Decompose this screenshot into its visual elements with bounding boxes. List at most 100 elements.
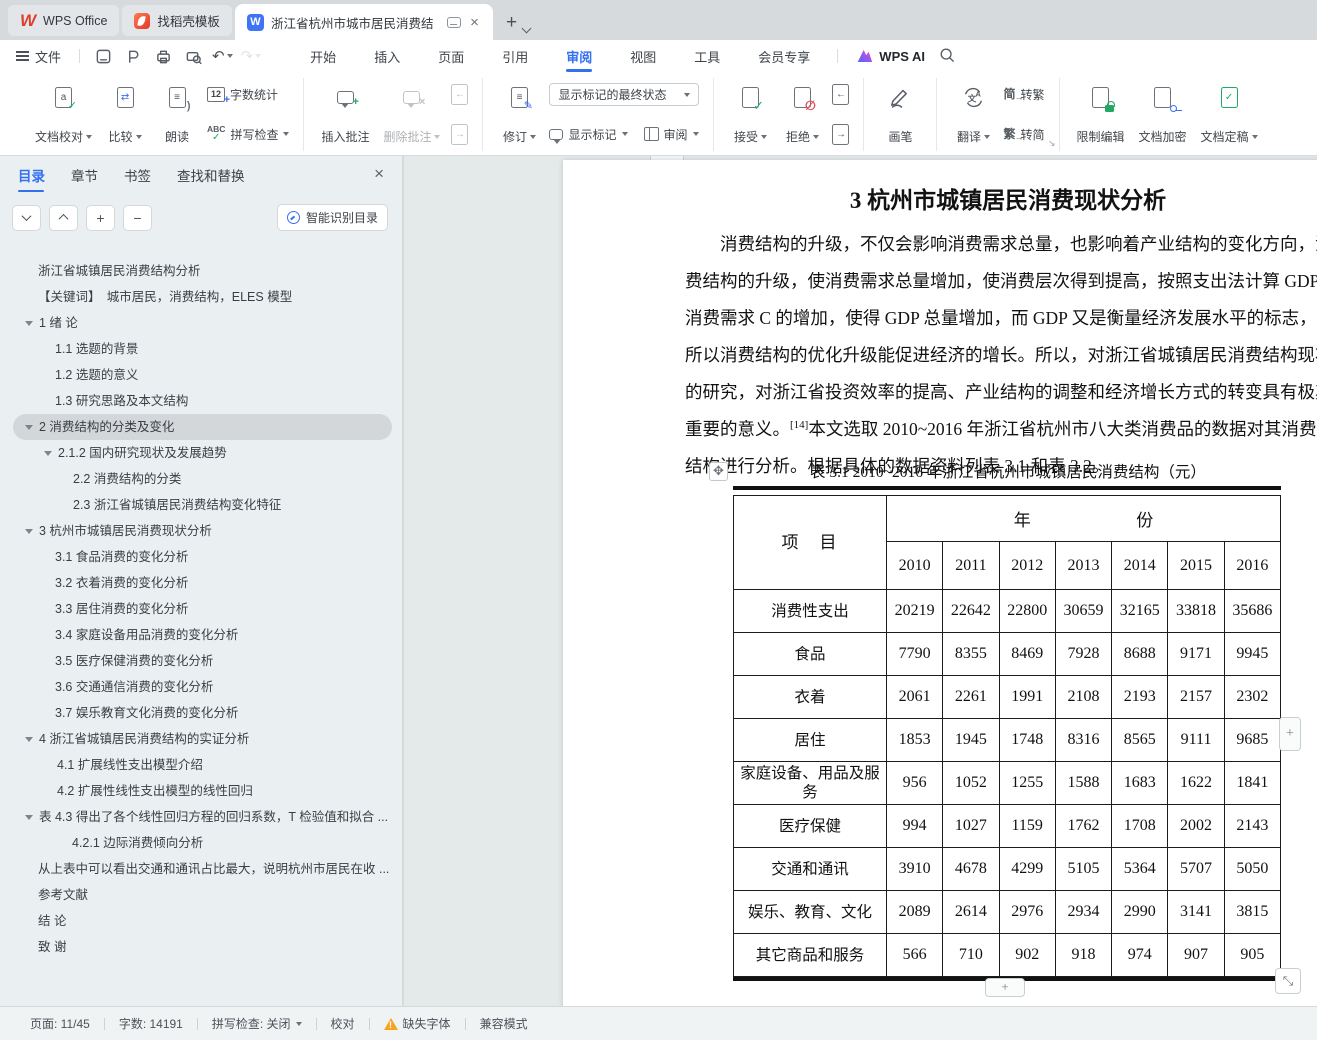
- document-page[interactable]: 3 杭州市城镇居民消费现状分析 消费结构的升级，不仅会影响消费需求总量，也影响着…: [563, 160, 1317, 1006]
- toc-item[interactable]: 3 杭州市城镇居民消费现状分析: [13, 518, 392, 544]
- toc-item[interactable]: 1.2 选题的意义: [13, 362, 392, 388]
- sidebar-panel-tab[interactable]: 章节: [71, 156, 98, 194]
- pen-button[interactable]: 画笔: [874, 78, 926, 151]
- word-count-indicator[interactable]: 字数: 14191: [105, 1015, 197, 1032]
- zoom-out-outline-button[interactable]: −: [123, 204, 152, 231]
- tab-list-chevron-icon[interactable]: [521, 23, 532, 34]
- collapse-all-button[interactable]: [49, 204, 78, 231]
- menu-tab[interactable]: 视图: [611, 40, 675, 72]
- next-change-button[interactable]: →: [832, 123, 850, 145]
- tab-document[interactable]: W 浙江省杭州市城市居民消费结 ×: [234, 4, 493, 40]
- dialog-launcher-icon[interactable]: ↘: [1048, 138, 1056, 149]
- zoom-in-outline-button[interactable]: +: [86, 204, 115, 231]
- simplified-to-traditional-button[interactable]: 简 → 转繁: [1003, 83, 1044, 105]
- undo-button[interactable]: ↶: [212, 47, 233, 65]
- toc-item[interactable]: 3.3 居住消费的变化分析: [13, 596, 392, 622]
- toc-item[interactable]: 参考文献: [13, 882, 392, 908]
- sidebar-panel-tab[interactable]: 目录: [18, 156, 45, 194]
- toc-item[interactable]: 2 消费结构的分类及变化: [13, 414, 392, 440]
- finalize-document-button[interactable]: ✓ 文档定稿: [1194, 78, 1265, 151]
- read-aloud-button[interactable]: ≡) 朗读: [151, 78, 203, 151]
- redo-button[interactable]: ↷: [241, 47, 262, 65]
- menu-tab[interactable]: 插入: [355, 40, 419, 72]
- toc-item[interactable]: 2.2 消费结构的分类: [13, 466, 392, 492]
- page-indicator[interactable]: 页面: 11/45: [16, 1015, 104, 1032]
- restrict-editing-button[interactable]: 限制编辑: [1070, 78, 1132, 151]
- wps-ai-button[interactable]: WPS AI: [856, 48, 925, 64]
- new-tab-button[interactable]: +: [506, 13, 517, 32]
- menu-tab[interactable]: 页面: [419, 40, 483, 72]
- undo-chevron-icon[interactable]: [226, 54, 233, 58]
- export-pdf-button[interactable]: [118, 44, 148, 68]
- toc-item[interactable]: 4 浙江省城镇居民消费结构的实证分析: [13, 726, 392, 752]
- menu-tab[interactable]: 开始: [291, 40, 355, 72]
- print-preview-button[interactable]: [178, 44, 208, 68]
- toc-item[interactable]: 3.6 交通通信消费的变化分析: [13, 674, 392, 700]
- encrypt-document-button[interactable]: 文档加密: [1132, 78, 1194, 151]
- toc-item[interactable]: 3.4 家庭设备用品消费的变化分析: [13, 622, 392, 648]
- toc-item[interactable]: 1.3 研究思路及本文结构: [13, 388, 392, 414]
- toc-item[interactable]: 4.2.1 边际消费倾向分析: [13, 830, 392, 856]
- toc-item[interactable]: 从上表中可以看出交通和通讯占比最大，说明杭州市居民在收 ...: [13, 856, 392, 882]
- toc-item[interactable]: 浙江省城镇居民消费结构分析: [13, 258, 392, 284]
- menu-tab[interactable]: 引用: [483, 40, 547, 72]
- expand-arrow-icon[interactable]: [25, 814, 33, 820]
- prev-change-button[interactable]: ←: [832, 83, 850, 105]
- review-pane-button[interactable]: 审阅: [643, 123, 699, 145]
- spell-check-button[interactable]: ABC ✓ 拼写检查: [207, 123, 290, 145]
- toc-item[interactable]: 3.1 食品消费的变化分析: [13, 544, 392, 570]
- file-menu-button[interactable]: 文件: [0, 40, 71, 72]
- compare-button[interactable]: ⇄ 比较: [99, 78, 151, 151]
- expand-arrow-icon[interactable]: [25, 424, 33, 430]
- missing-font-warning[interactable]: 缺失字体: [370, 1015, 465, 1032]
- toc-item[interactable]: 结 论: [13, 908, 392, 934]
- tab-docer-templates[interactable]: 找稻壳模板: [122, 5, 232, 36]
- accept-button[interactable]: ✓ 接受: [724, 78, 776, 151]
- insert-comment-button[interactable]: + 插入批注: [314, 78, 376, 151]
- expand-arrow-icon[interactable]: [44, 450, 52, 456]
- expand-arrow-icon[interactable]: [25, 528, 33, 534]
- menu-tab[interactable]: 会员专享: [739, 40, 829, 72]
- table-move-handle[interactable]: ✥: [709, 462, 728, 481]
- toc-item[interactable]: 3.5 医疗保健消费的变化分析: [13, 648, 392, 674]
- toc-item[interactable]: 1 绪 论: [13, 310, 392, 336]
- markup-state-select[interactable]: 显示标记的最终状态: [549, 83, 700, 106]
- tab-wps-home[interactable]: W WPS Office: [8, 5, 120, 36]
- sidebar-panel-tab[interactable]: 查找和替换: [177, 156, 245, 194]
- toc-item[interactable]: 2.3 浙江省城镇居民消费结构变化特征: [13, 492, 392, 518]
- sidebar-panel-tab[interactable]: 书签: [124, 156, 151, 194]
- reject-button[interactable]: ∅ 拒绝: [776, 78, 828, 151]
- toc-item[interactable]: 4.2 扩展性线性支出模型的线性回归: [13, 778, 392, 804]
- expand-all-button[interactable]: [12, 204, 41, 231]
- print-button[interactable]: [148, 44, 178, 68]
- toc-item[interactable]: 【关键词】 城市居民，消费结构，ELES 模型: [13, 284, 392, 310]
- menu-tab[interactable]: 审阅: [547, 40, 611, 72]
- toc-item[interactable]: 3.7 娱乐教育文化消费的变化分析: [13, 700, 392, 726]
- toc-item[interactable]: 4.1 扩展线性支出模型介绍: [13, 752, 392, 778]
- close-tab-icon[interactable]: ×: [468, 15, 481, 30]
- add-row-button[interactable]: +: [985, 978, 1025, 997]
- sidebar-close-icon[interactable]: ×: [374, 164, 384, 184]
- toc-item[interactable]: 2.1.2 国内研究现状及发展趋势: [13, 440, 392, 466]
- menu-tab[interactable]: 工具: [675, 40, 739, 72]
- word-count-button[interactable]: 12 + 字数统计: [207, 83, 289, 105]
- spellcheck-toggle[interactable]: 拼写检查: 关闭: [198, 1015, 316, 1032]
- compatibility-mode-indicator[interactable]: 兼容模式: [466, 1015, 542, 1032]
- search-icon[interactable]: [939, 47, 955, 66]
- save-button[interactable]: [88, 44, 118, 68]
- toc-item[interactable]: 表 4.3 得出了各个线性回归方程的回归系数，T 检验值和拟合 ...: [13, 804, 392, 830]
- traditional-to-simplified-button[interactable]: 繁 → 转简: [1003, 123, 1044, 145]
- track-changes-button[interactable]: ≡ ✎ 修订: [493, 78, 545, 151]
- toc-item[interactable]: 1.1 选题的背景: [13, 336, 392, 362]
- show-markup-button[interactable]: 显示标记: [549, 123, 628, 145]
- proofread-button[interactable]: 校对: [317, 1015, 369, 1032]
- expand-arrow-icon[interactable]: [25, 736, 33, 742]
- toc-item[interactable]: 3.2 衣着消费的变化分析: [13, 570, 392, 596]
- doc-proof-button[interactable]: a ✓ 文档校对: [28, 78, 99, 151]
- add-column-button[interactable]: +: [1279, 717, 1301, 751]
- toc-item[interactable]: 致 谢: [13, 934, 392, 960]
- table-resize-handle[interactable]: ⤡: [1275, 968, 1301, 994]
- expand-arrow-icon[interactable]: [25, 320, 33, 326]
- smart-toc-button[interactable]: 智能识别目录: [276, 204, 388, 231]
- translate-button[interactable]: 文A 翻译: [947, 78, 999, 151]
